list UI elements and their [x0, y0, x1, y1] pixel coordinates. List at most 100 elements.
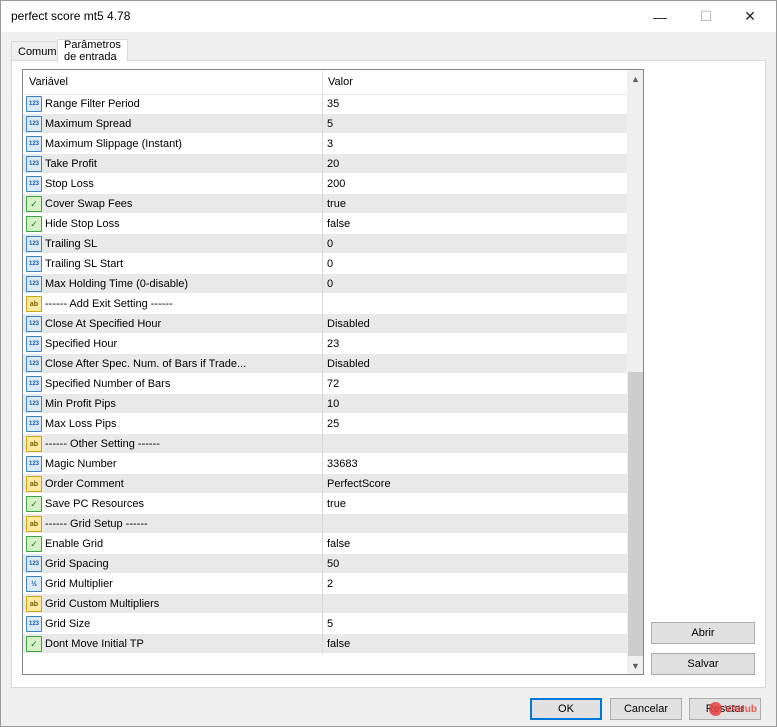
value-cell[interactable]	[324, 594, 627, 614]
grid-row[interactable]: 123 Max Holding Time (0-disable) 0	[23, 274, 627, 294]
value-cell[interactable]: false	[324, 534, 627, 554]
grid-row[interactable]: ✓ Enable Grid false	[23, 534, 627, 554]
string-type-icon: ab	[26, 596, 42, 612]
grid-row[interactable]: 123 Maximum Slippage (Instant) 3	[23, 134, 627, 154]
value-cell[interactable]: 72	[324, 374, 627, 394]
variable-name: Grid Custom Multipliers	[45, 598, 160, 610]
value-cell[interactable]	[324, 434, 627, 454]
cancel-button[interactable]: Cancelar	[610, 698, 682, 720]
value-cell[interactable]: Disabled	[324, 314, 627, 334]
value-cell[interactable]: 25	[324, 414, 627, 434]
grid-row[interactable]: 123 Take Profit 20	[23, 154, 627, 174]
variable-name: Stop Loss	[45, 178, 94, 190]
grid-row[interactable]: ab ------ Add Exit Setting ------	[23, 294, 627, 314]
variable-name: Trailing SL	[45, 238, 98, 250]
grid-row[interactable]: 123 Specified Hour 23	[23, 334, 627, 354]
minimize-button[interactable]: —	[637, 1, 683, 32]
grid-row[interactable]: 123 Trailing SL 0	[23, 234, 627, 254]
grid-row[interactable]: 123 Max Loss Pips 25	[23, 414, 627, 434]
grid-row[interactable]: ✓ Cover Swap Fees true	[23, 194, 627, 214]
value-cell[interactable]: true	[324, 494, 627, 514]
value-cell[interactable]: PerfectScore	[324, 474, 627, 494]
grid-row[interactable]: 123 Range Filter Period 35	[23, 94, 627, 114]
value-cell[interactable]: 0	[324, 274, 627, 294]
grid-row[interactable]: 123 Stop Loss 200	[23, 174, 627, 194]
value-cell[interactable]: 23	[324, 334, 627, 354]
integer-type-icon: 123	[26, 136, 42, 152]
value-cell[interactable]: 50	[324, 554, 627, 574]
grid-row[interactable]: 123 Close At Specified Hour Disabled	[23, 314, 627, 334]
grid-row[interactable]: ✓ Dont Move Initial TP false	[23, 634, 627, 654]
value-cell[interactable]: Disabled	[324, 354, 627, 374]
grid-row[interactable]: ab ------ Other Setting ------	[23, 434, 627, 454]
scroll-down-arrow-icon[interactable]: ▼	[627, 657, 643, 674]
variable-name: ------ Other Setting ------	[45, 438, 160, 450]
value-cell[interactable]: false	[324, 634, 627, 654]
value-cell[interactable]	[324, 514, 627, 534]
grid-row[interactable]: ab Order Comment PerfectScore	[23, 474, 627, 494]
value-cell[interactable]: 5	[324, 114, 627, 134]
close-button[interactable]: ✕	[727, 1, 773, 32]
variable-cell: 123 Grid Size	[23, 614, 323, 634]
value-cell[interactable]	[324, 294, 627, 314]
save-button[interactable]: Salvar	[651, 653, 755, 675]
value-cell[interactable]: 33683	[324, 454, 627, 474]
variable-cell: 123 Maximum Spread	[23, 114, 323, 134]
value-cell[interactable]: 2	[324, 574, 627, 594]
variable-cell: 123 Maximum Slippage (Instant)	[23, 134, 323, 154]
integer-type-icon: 123	[26, 276, 42, 292]
grid-row[interactable]: ✓ Save PC Resources true	[23, 494, 627, 514]
variable-cell: 123 Take Profit	[23, 154, 323, 174]
variable-name: Maximum Spread	[45, 118, 132, 130]
variable-cell: 123 Max Holding Time (0-disable)	[23, 274, 323, 294]
variable-cell: 123 Grid Spacing	[23, 554, 323, 574]
variable-cell: 123 Max Loss Pips	[23, 414, 323, 434]
grid-row[interactable]: ✓ Hide Stop Loss false	[23, 214, 627, 234]
variable-name: Maximum Slippage (Instant)	[45, 138, 182, 150]
grid-row[interactable]: ½ Grid Multiplier 2	[23, 574, 627, 594]
ok-button[interactable]: OK	[530, 698, 602, 720]
grid-row[interactable]: 123 Min Profit Pips 10	[23, 394, 627, 414]
variable-cell: ab ------ Add Exit Setting ------	[23, 294, 323, 314]
grid-row[interactable]: 123 Grid Spacing 50	[23, 554, 627, 574]
grid-row[interactable]: 123 Close After Spec. Num. of Bars if Tra…	[23, 354, 627, 374]
value-cell[interactable]: 5	[324, 614, 627, 634]
string-type-icon: ab	[26, 436, 42, 452]
value-cell[interactable]: true	[324, 194, 627, 214]
parameters-grid: Variável Valor 123 Range Filter Period 35 1…	[22, 69, 644, 675]
integer-type-icon: 123	[26, 416, 42, 432]
string-type-icon: ab	[26, 516, 42, 532]
grid-row[interactable]: ab ------ Grid Setup ------	[23, 514, 627, 534]
variable-name: ------ Grid Setup ------	[45, 518, 148, 530]
tab-input-parameters[interactable]: Parâmetros de entrada	[57, 39, 128, 63]
variable-name: Dont Move Initial TP	[45, 638, 144, 650]
value-cell[interactable]: 10	[324, 394, 627, 414]
scrollbar-thumb[interactable]	[628, 372, 643, 656]
vertical-scrollbar[interactable]: ▲ ▼	[627, 70, 643, 674]
variable-name: Order Comment	[45, 478, 124, 490]
grid-row[interactable]: 123 Grid Size 5	[23, 614, 627, 634]
scroll-up-arrow-icon[interactable]: ▲	[627, 70, 643, 87]
column-header-value[interactable]: Valor	[323, 70, 627, 95]
grid-row[interactable]: 123 Specified Number of Bars 72	[23, 374, 627, 394]
tab-comum[interactable]: Comum	[11, 41, 64, 61]
value-cell[interactable]: 0	[324, 234, 627, 254]
integer-type-icon: 123	[26, 256, 42, 272]
value-cell[interactable]: 35	[324, 94, 627, 114]
variable-name: Hide Stop Loss	[45, 218, 120, 230]
grid-row[interactable]: 123 Maximum Spread 5	[23, 114, 627, 134]
open-button[interactable]: Abrir	[651, 622, 755, 644]
value-cell[interactable]: 200	[324, 174, 627, 194]
variable-name: Max Loss Pips	[45, 418, 117, 430]
grid-row[interactable]: 123 Magic Number 33683	[23, 454, 627, 474]
column-header-variable[interactable]: Variável	[23, 70, 323, 95]
value-cell[interactable]: 0	[324, 254, 627, 274]
integer-type-icon: 123	[26, 356, 42, 372]
grid-row[interactable]: ab Grid Custom Multipliers	[23, 594, 627, 614]
variable-name: Close After Spec. Num. of Bars if Trade.…	[45, 358, 247, 370]
value-cell[interactable]: 3	[324, 134, 627, 154]
value-cell[interactable]: false	[324, 214, 627, 234]
value-cell[interactable]: 20	[324, 154, 627, 174]
grid-row[interactable]: 123 Trailing SL Start 0	[23, 254, 627, 274]
variable-cell: ✓ Hide Stop Loss	[23, 214, 323, 234]
